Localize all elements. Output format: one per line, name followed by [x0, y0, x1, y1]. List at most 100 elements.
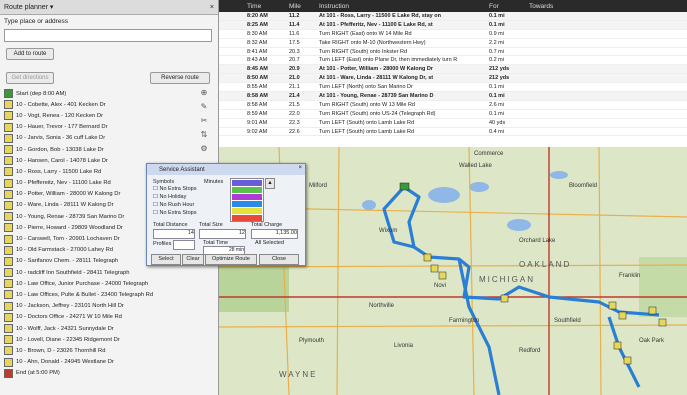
stop-label: 10 - Pfeffereitz, Nev - 11100 Lake Rd — [16, 180, 111, 187]
stop-item[interactable]: End (at 5:00 PM) — [4, 368, 194, 379]
direction-time: 8:32 AM — [247, 39, 268, 46]
stop-item[interactable]: 10 - Ahn, Donald - 24945 Westlane Dr — [4, 357, 194, 368]
direction-row[interactable]: 9:01 AM 22.3 Turn LEFT (South) onto Lamb L… — [219, 119, 687, 128]
direction-row[interactable]: 8:45 AM 20.9 At 101 - Potter, William - 28… — [219, 65, 687, 75]
option-checkbox[interactable]: ☐ No Extra Stops — [153, 210, 196, 216]
direction-row[interactable]: 8:25 AM 11.4 At 101 - Pfefferitz, Nev - 11… — [219, 20, 687, 30]
color-swatch[interactable] — [232, 187, 262, 193]
direction-text: Turn LEFT (North) onto San Marino Dr — [319, 84, 413, 91]
column-header[interactable]: Towards — [529, 3, 553, 10]
profiles-select[interactable] — [173, 240, 195, 250]
stop-item[interactable]: 10 - Lovell, Diane - 22345 Ridgemont Dr — [4, 334, 194, 345]
clear-button[interactable]: Clear — [182, 254, 204, 265]
stop-marker-icon — [4, 133, 13, 143]
option-checkbox[interactable]: ☐ No Holiday — [153, 194, 186, 200]
address-label: Type place or address — [4, 18, 68, 25]
stop-label: 10 - Ahn, Donald - 24945 Westlane Dr — [16, 359, 114, 366]
route-planner-title[interactable]: Route planner ▾ — [4, 3, 210, 11]
stop-item[interactable]: 10 - Gordon, Bob - 13038 Lake Dr — [4, 144, 194, 155]
color-swatch[interactable] — [232, 201, 262, 207]
direction-time: 8:20 AM — [247, 12, 268, 19]
direction-row[interactable]: 8:20 AM 11.2 At 101 - Ross, Larry - 11500 … — [219, 12, 687, 21]
stop-label: 10 - Lovell, Diane - 22345 Ridgemont Dr — [16, 336, 120, 343]
map-place-label: Commerce — [474, 151, 504, 157]
stop-item[interactable]: 10 - Hauer, Trevor - 177 Bernard Dr — [4, 122, 194, 133]
color-swatch[interactable] — [232, 194, 262, 200]
direction-for: 2.6 mi — [489, 101, 504, 108]
stop-marker-icon — [4, 212, 13, 222]
reverse-route-button[interactable]: Reverse route — [150, 72, 210, 84]
address-input[interactable] — [4, 29, 212, 42]
stop-item[interactable]: 10 - radcliff Inn Southfield - 28411 Tel… — [4, 267, 194, 278]
total-size-label: Total Size — [199, 222, 223, 228]
stop-item[interactable]: 10 - Brown, D - 23026 Thornhill Rd — [4, 345, 194, 356]
route-tool-icon[interactable]: ✎ — [196, 102, 212, 116]
dialog-close-icon[interactable]: × — [298, 165, 302, 171]
color-swatch[interactable] — [232, 215, 262, 221]
get-directions-button[interactable]: Get directions — [6, 72, 54, 84]
stop-label: End (at 5:00 PM) — [16, 370, 60, 377]
select-button[interactable]: Select — [151, 254, 181, 265]
stop-label: 10 - Hansen, Carol - 14078 Lake Dr — [16, 157, 108, 164]
option-label: No Holiday — [159, 194, 187, 200]
direction-row[interactable]: 8:58 AM 21.4 At 101 - Young, Renae - 28739… — [219, 92, 687, 101]
direction-row[interactable]: 9:02 AM 22.6 Turn LEFT (South) onto Lamb L… — [219, 128, 687, 137]
direction-row[interactable]: 8:50 AM 21.0 At 101 - Ware, Linda - 28111 … — [219, 74, 687, 84]
color-swatch-list[interactable] — [230, 178, 264, 222]
map-place-label: Redford — [519, 348, 540, 354]
scroll-up-button[interactable]: ▲ — [265, 178, 275, 189]
route-tool-icon[interactable]: ⊕ — [196, 88, 212, 102]
map-place-label: Orchard Lake — [519, 238, 556, 244]
direction-row[interactable]: 8:58 AM 21.5 Turn RIGHT (South) onto W 13 … — [219, 101, 687, 110]
direction-row[interactable]: 8:43 AM 20.7 Turn LEFT (East) onto Plane D… — [219, 56, 687, 66]
close-button[interactable]: Close — [259, 254, 299, 265]
stop-item[interactable]: Start (dep 8:00 AM) — [4, 88, 194, 99]
direction-row[interactable]: 8:30 AM 11.6 Turn RIGHT (East) onto W 14 M… — [219, 30, 687, 39]
stop-item[interactable]: 10 - Jarvis, Sonia - 36 cuff Lake Dr — [4, 133, 194, 144]
stop-marker-icon — [4, 301, 13, 311]
optimize-route-button[interactable]: Optimize Route — [205, 254, 257, 265]
stop-marker-icon — [4, 122, 13, 132]
map-place-label: Wixom — [379, 228, 397, 234]
add-to-route-button[interactable]: Add to route — [6, 48, 54, 60]
direction-row[interactable]: 8:41 AM 20.3 Turn RIGHT (South) onto Inkst… — [219, 48, 687, 57]
stop-label: 10 - Ross, Larry - 11500 Lake Rd — [16, 168, 102, 175]
map-place-label: Northville — [369, 303, 395, 309]
stop-label: 10 - Sarifanov Chem. - 28111 Telegraph — [16, 258, 119, 265]
stop-label: 10 - Gordon, Bob - 13038 Lake Dr — [16, 146, 104, 153]
direction-time: 8:45 AM — [247, 66, 268, 73]
route-tool-icon[interactable]: ⚙ — [196, 144, 212, 158]
column-header[interactable]: For — [489, 3, 529, 10]
stop-item[interactable]: 10 - Wolff, Jack - 24321 Sunnydale Dr — [4, 323, 194, 334]
stop-item[interactable]: 10 - Jackson, Jeffrey - 23101 North Hill… — [4, 301, 194, 312]
stop-item[interactable]: 10 - Cobette, Alex - 401 Kecken Dr — [4, 99, 194, 110]
option-checkbox[interactable]: ☐ No Extra Stops — [153, 186, 196, 192]
column-header[interactable]: Mile — [289, 3, 319, 10]
map-place-label: Farmington — [449, 318, 479, 324]
column-header[interactable]: Time — [247, 3, 289, 10]
stop-item[interactable]: 10 - Doctors Office - 24271 W 10 Mile Rd — [4, 312, 194, 323]
stop-item[interactable]: 10 - Law Office, Junior Purchase - 24000… — [4, 278, 194, 289]
stop-label: 10 - Jackson, Jeffrey - 23101 North Hill… — [16, 303, 124, 310]
stop-marker-icon — [4, 200, 13, 210]
direction-time: 8:59 AM — [247, 110, 268, 117]
map-place-label: OAKLAND — [519, 260, 571, 269]
stop-item[interactable]: 10 - Law Offices, Pulte & Bullet - 23400… — [4, 289, 194, 300]
stop-item[interactable]: 10 - Vogt, Renea - 120 Kecken Dr — [4, 110, 194, 121]
option-checkbox[interactable]: ☐ No Rush Hour — [153, 202, 194, 208]
color-swatch[interactable] — [232, 180, 262, 186]
swatches — [231, 180, 263, 221]
dialog-titlebar[interactable]: Service Assistant × — [147, 164, 305, 175]
route-tool-icon[interactable]: ✂ — [196, 116, 212, 130]
direction-row[interactable]: 8:55 AM 21.1 Turn LEFT (North) onto San Ma… — [219, 83, 687, 93]
route-tools: ⊕ ✎ ✂ ⇅ ⚙ — [196, 88, 212, 158]
route-tool-icon[interactable]: ⇅ — [196, 130, 212, 144]
direction-time: 8:58 AM — [247, 101, 268, 108]
direction-row[interactable]: 8:59 AM 22.0 Turn RIGHT (South) onto US-24… — [219, 110, 687, 119]
color-swatch[interactable] — [232, 208, 262, 214]
column-header[interactable]: Instruction — [319, 3, 489, 10]
direction-row[interactable]: 8:32 AM 17.5 Take RIGHT onto M-10 (Northwe… — [219, 39, 687, 48]
close-icon[interactable]: × — [210, 4, 214, 11]
map-place-label: Walled Lake — [459, 163, 492, 169]
map-place-label: Franklin — [619, 273, 640, 279]
